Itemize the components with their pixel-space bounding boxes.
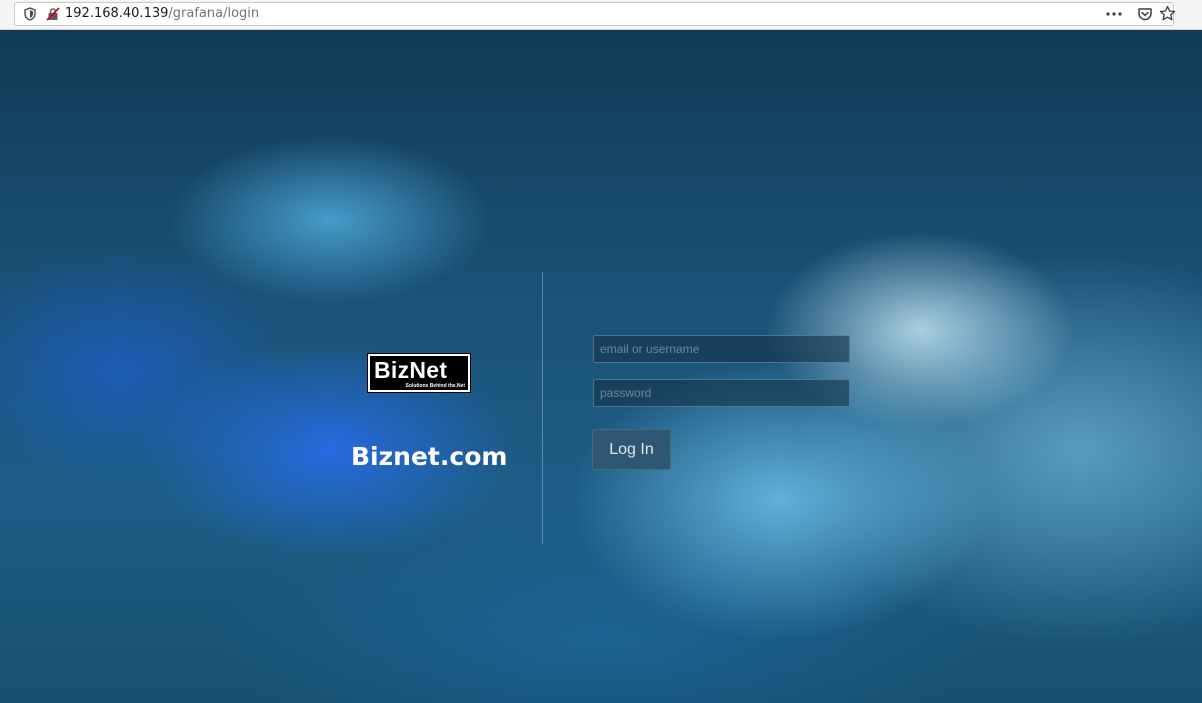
divider xyxy=(542,272,543,544)
url-path: /grafana/login xyxy=(168,6,260,21)
biznet-logo: BizNet Solutions Behind the.Net xyxy=(367,353,471,393)
username-input[interactable] xyxy=(593,335,850,363)
browser-toolbar: 192.168.40.139/grafana/login xyxy=(0,0,1202,30)
logo-tagline: Solutions Behind the.Net xyxy=(405,383,465,389)
url-text[interactable]: 192.168.40.139/grafana/login xyxy=(65,6,259,22)
star-icon[interactable] xyxy=(1159,5,1176,22)
login-page: BizNet Solutions Behind the.Net Biznet.c… xyxy=(0,30,1202,703)
url-bar[interactable]: 192.168.40.139/grafana/login xyxy=(14,2,1176,26)
url-host: 192.168.40.139 xyxy=(65,6,169,21)
login-button[interactable]: Log In xyxy=(592,429,671,470)
insecure-lock-icon[interactable] xyxy=(46,7,60,21)
more-icon[interactable] xyxy=(1105,6,1123,22)
logo-text: BizNet xyxy=(374,357,448,383)
shield-icon[interactable] xyxy=(23,7,37,21)
password-input[interactable] xyxy=(593,379,850,407)
brand-title: Biznet.com xyxy=(351,442,508,471)
pocket-icon[interactable] xyxy=(1137,6,1153,22)
